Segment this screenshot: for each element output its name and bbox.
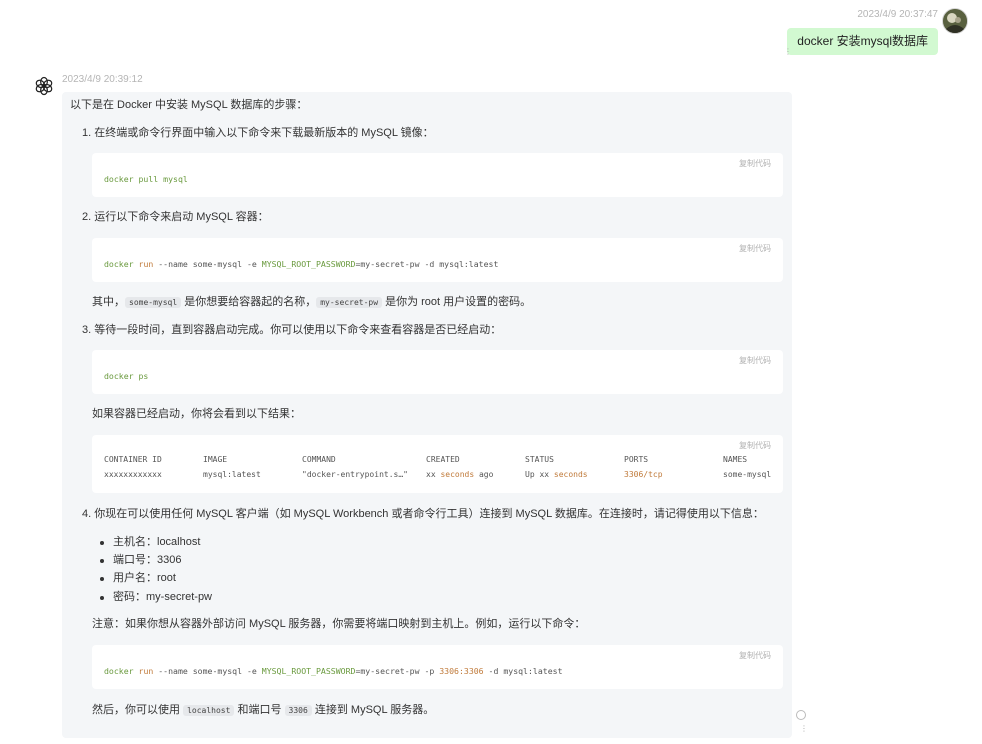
user-avatar-icon[interactable] [942, 8, 968, 34]
code-line: docker run --name some-mysql -e MYSQL_RO… [104, 666, 563, 676]
table-cell: 3306/tcp [624, 470, 663, 479]
code-line: docker ps [104, 371, 149, 381]
table-header: NAMES [723, 455, 748, 464]
bullet-icon [100, 559, 104, 563]
table-header: CREATED [426, 455, 460, 464]
table-header: CONTAINER ID [104, 455, 162, 464]
table-cell: xxxxxxxxxxxx [104, 470, 162, 479]
user-message-bubble: docker 安装mysql数据库 [787, 28, 938, 55]
table-header: COMMAND [302, 455, 336, 464]
step-3-text: 3. 等待一段时间，直到容器启动完成。你可以使用以下命令来查看容器是否已经启动： [82, 324, 502, 336]
user-message-timestamp: 2023/4/9 20:37:47 [857, 9, 938, 20]
table-cell: mysql:latest [203, 470, 261, 479]
copy-code-button[interactable]: 复制代码 [739, 650, 771, 661]
table-cell: xx seconds ago [426, 470, 494, 479]
copy-code-button[interactable]: 复制代码 [739, 158, 771, 169]
code-block-4: 复制代码 docker run --name some-mysql -e MYS… [92, 645, 783, 689]
table-cell: some-mysql [723, 470, 772, 479]
list-item: 主机名：localhost [113, 536, 201, 548]
assistant-message-timestamp: 2023/4/9 20:39:12 [62, 74, 143, 85]
list-item: 端口号：3306 [113, 554, 182, 566]
table-header: PORTS [624, 455, 649, 464]
list-item: 密码：my-secret-pw [113, 591, 213, 603]
table-cell: "docker-entrypoint.s…" [302, 470, 408, 479]
feedback-circle-icon[interactable] [796, 710, 806, 720]
copy-code-button[interactable]: 复制代码 [739, 440, 771, 451]
result-intro: 如果容器已经启动，你将会看到以下结果： [92, 408, 301, 420]
code-block-2: 复制代码 docker run --name some-mysql -e MYS… [92, 238, 783, 282]
code-line: docker run --name some-mysql -e MYSQL_RO… [104, 259, 499, 269]
code-block-result-table: 复制代码 CONTAINER ID IMAGE COMMAND CREATED … [92, 435, 783, 493]
table-header: IMAGE [203, 455, 228, 464]
openai-logo-icon [35, 76, 53, 96]
step-2-note: 其中， some-mysql 是你想要给容器起的名称， my-secret-pw 是… [92, 296, 532, 308]
bullet-icon [100, 541, 104, 545]
code-block-3: 复制代码 docker ps [92, 350, 783, 394]
message-menu-icon[interactable]: ⋮ [800, 724, 808, 733]
step-2-text: 2. 运行以下命令来启动 MySQL 容器： [82, 211, 269, 223]
message-menu-icon[interactable]: ⋮ [784, 47, 792, 56]
step-4-note: 注意：如果你想从容器外部访问 MySQL 服务器，你需要将端口映射到主机上。例如… [92, 618, 586, 630]
code-block-1: 复制代码 docker pull mysql [92, 153, 783, 197]
bullet-icon [100, 577, 104, 581]
step-1-text: 1. 在终端或命令行界面中输入以下命令来下载最新版本的 MySQL 镜像： [82, 127, 434, 139]
answer-intro: 以下是在 Docker 中安装 MySQL 数据库的步骤： [70, 99, 308, 111]
table-cell: Up xx seconds [525, 470, 588, 479]
bullet-icon [100, 596, 104, 600]
copy-code-button[interactable]: 复制代码 [739, 243, 771, 254]
table-header: STATUS [525, 455, 554, 464]
code-line: docker pull mysql [104, 174, 188, 184]
copy-code-button[interactable]: 复制代码 [739, 355, 771, 366]
final-note: 然后，你可以使用 localhost 和端口号 3306 连接到 MySQL 服… [92, 704, 435, 716]
step-4-text: 4. 你现在可以使用任何 MySQL 客户端（如 MySQL Workbench… [82, 508, 764, 520]
list-item: 用户名：root [113, 572, 176, 584]
